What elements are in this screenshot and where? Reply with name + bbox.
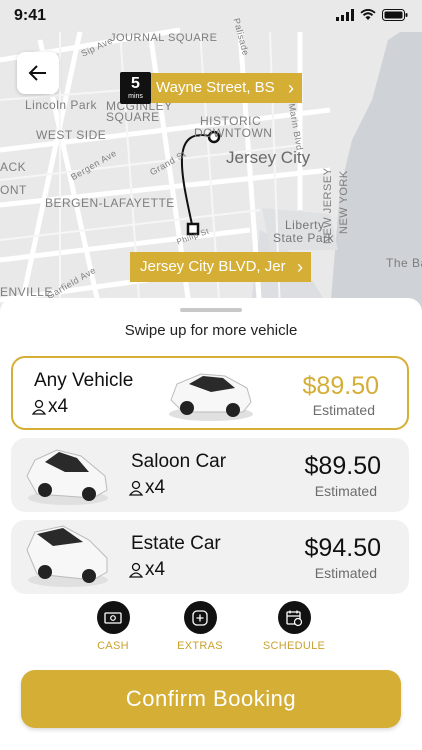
vehicle-seats-count: x4: [48, 396, 69, 417]
person-icon: [129, 562, 143, 578]
map-label-ont: ONT: [0, 183, 27, 197]
cash-option[interactable]: CASH: [73, 601, 153, 652]
map-view[interactable]: JOURNAL SQUARE Sip Ave Palisade Lincoln …: [0, 0, 422, 312]
map-label-ack: ACK: [0, 160, 27, 174]
cash-icon-circle: [96, 601, 130, 634]
cash-label: CASH: [97, 640, 129, 652]
vehicle-card-any[interactable]: Any Vehicle x4 $89.50 Estimated: [11, 356, 409, 430]
destination-label-text: Wayne Street, BS: [156, 79, 275, 96]
extras-option[interactable]: EXTRAS: [160, 601, 240, 652]
schedule-label: SCHEDULE: [262, 640, 326, 652]
eta-badge: 5 mins: [120, 72, 151, 104]
person-icon: [129, 480, 143, 496]
status-bar: 9:41: [0, 0, 422, 32]
map-label-new-jersey: NEW JERSEY: [322, 167, 334, 244]
map-label-west-side: WEST SIDE: [36, 128, 107, 142]
drag-handle[interactable]: [180, 308, 242, 312]
vehicle-seats: x4: [129, 477, 165, 499]
destination-label[interactable]: Wayne Street, BS ›: [146, 73, 302, 103]
vehicle-seats: x4: [32, 396, 68, 418]
calendar-icon: [286, 610, 303, 626]
vehicle-card-estate[interactable]: Estate Car x4 $94.50 Estimated: [11, 520, 409, 594]
swipe-hint: Swipe up for more vehicle: [124, 322, 298, 339]
vehicle-price: $89.50: [304, 452, 381, 480]
vehicle-estimated: Estimated: [314, 483, 377, 499]
chevron-right-icon: ›: [297, 257, 303, 277]
battery-icon: [382, 9, 408, 21]
extras-label: EXTRAS: [177, 640, 223, 652]
calendar-icon-circle: [277, 601, 311, 634]
payment-options: CASH EXTRAS SCHEDULE: [0, 601, 422, 661]
map-label-enville: ENVILLE: [0, 285, 53, 299]
arrow-left-icon: [28, 65, 46, 81]
saloon-car-icon: [26, 449, 108, 505]
chevron-right-icon: ›: [288, 78, 294, 98]
vehicle-estimated: Estimated: [314, 565, 377, 581]
map-label-new-york: NEW YORK: [338, 170, 350, 234]
pickup-label[interactable]: Jersey City BLVD, Jer ›: [130, 252, 311, 282]
map-label-downtown: DOWNTOWN: [194, 126, 273, 140]
vehicle-seats-count: x4: [145, 559, 166, 580]
vehicle-name: Saloon Car: [131, 451, 227, 472]
eta-value: 5: [131, 75, 140, 92]
vehicle-price: $89.50: [302, 372, 379, 400]
schedule-option[interactable]: SCHEDULE: [254, 601, 334, 652]
status-time: 9:41: [14, 7, 47, 24]
map-label-lincoln-park: Lincoln Park: [25, 98, 98, 112]
plus-icon: [192, 609, 208, 626]
vehicle-sheet[interactable]: Swipe up for more vehicle Any Vehicle x4…: [0, 298, 422, 750]
back-button[interactable]: [17, 52, 59, 94]
map-label-square: SQUARE: [106, 110, 160, 124]
wifi-icon: [360, 9, 376, 20]
person-icon: [32, 399, 46, 415]
vehicle-price: $94.50: [304, 534, 381, 562]
estate-car-icon: [26, 525, 108, 587]
cash-icon: [104, 611, 122, 624]
pickup-label-text: Jersey City BLVD, Jer: [140, 258, 286, 275]
vehicle-seats-count: x4: [145, 477, 166, 498]
plus-icon-circle: [183, 601, 217, 634]
vehicle-seats: x4: [129, 559, 165, 581]
map-label-the-ba: The Ba: [386, 256, 422, 270]
map-label-jersey-city: Jersey City: [226, 148, 311, 167]
signal-icon: [336, 9, 354, 21]
map-label-journal-square: JOURNAL SQUARE: [110, 32, 218, 44]
vehicle-estimated: Estimated: [312, 402, 375, 418]
vehicle-card-saloon[interactable]: Saloon Car x4 $89.50 Estimated: [11, 438, 409, 512]
sedan-car-icon: [169, 373, 253, 421]
vehicle-name: Estate Car: [131, 533, 221, 554]
confirm-booking-button[interactable]: Confirm Booking: [21, 670, 401, 728]
map-label-liberty: Liberty: [285, 218, 325, 232]
map-label-bergen-lafayette: BERGEN-LAFAYETTE: [45, 196, 175, 210]
eta-unit: mins: [128, 93, 143, 100]
vehicle-name: Any Vehicle: [34, 370, 134, 391]
